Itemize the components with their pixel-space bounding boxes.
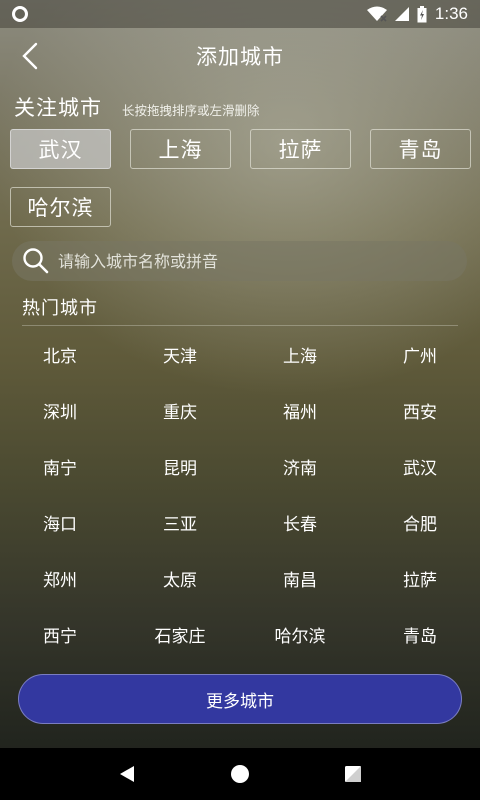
- circle-icon: [12, 6, 28, 22]
- followed-city-chip[interactable]: 武汉: [10, 129, 111, 169]
- wifi-icon: [366, 6, 387, 22]
- hot-city-item[interactable]: 太原: [120, 550, 240, 606]
- followed-city-chip[interactable]: 青岛: [370, 129, 471, 169]
- hot-city-item[interactable]: 上海: [240, 326, 360, 382]
- status-bar: 1:36: [0, 0, 480, 28]
- followed-city-chip[interactable]: 哈尔滨: [10, 187, 111, 227]
- back-triangle-icon: [119, 766, 134, 782]
- back-button[interactable]: [14, 40, 46, 72]
- screen: 1:36 添加城市 关注城市 长按拖拽排序或左滑删除 武汉 上海 拉萨 青岛 哈…: [0, 0, 480, 800]
- hot-city-item[interactable]: 哈尔滨: [240, 606, 360, 662]
- hot-city-item[interactable]: 海口: [0, 494, 120, 550]
- search-bar[interactable]: [12, 241, 467, 281]
- hot-city-item[interactable]: 武汉: [360, 438, 480, 494]
- hot-city-item[interactable]: 青岛: [360, 606, 480, 662]
- hot-city-item[interactable]: 深圳: [0, 382, 120, 438]
- followed-title: 关注城市: [14, 96, 102, 120]
- hot-city-item[interactable]: 西安: [360, 382, 480, 438]
- hot-city-item[interactable]: 合肥: [360, 494, 480, 550]
- hot-city-item[interactable]: 南昌: [240, 550, 360, 606]
- hot-city-item[interactable]: 石家庄: [120, 606, 240, 662]
- followed-hint: 长按拖拽排序或左滑删除: [122, 103, 260, 118]
- status-time: 1:36: [434, 4, 468, 23]
- hot-city-item[interactable]: 广州: [360, 326, 480, 382]
- nav-back-button[interactable]: [107, 754, 147, 794]
- followed-city-chip[interactable]: 上海: [130, 129, 231, 169]
- hot-city-item[interactable]: 重庆: [120, 382, 240, 438]
- hot-city-item[interactable]: 长春: [240, 494, 360, 550]
- battery-icon: [417, 5, 427, 22]
- recents-square-icon: [345, 766, 362, 782]
- hot-city-item[interactable]: 昆明: [120, 438, 240, 494]
- nav-home-button[interactable]: [220, 754, 260, 794]
- search-input[interactable]: [58, 251, 438, 271]
- hot-cities-title: 热门城市: [22, 298, 98, 319]
- hot-city-item[interactable]: 天津: [120, 326, 240, 382]
- hot-city-item[interactable]: 南宁: [0, 438, 120, 494]
- chevron-left-icon: [22, 42, 38, 70]
- hot-cities-grid: 北京 天津 上海 广州 深圳 重庆 福州 西安 南宁 昆明 济南 武汉 海口 三…: [0, 326, 480, 662]
- hot-city-item[interactable]: 济南: [240, 438, 360, 494]
- home-circle-icon: [230, 765, 249, 783]
- followed-header: 关注城市 长按拖拽排序或左滑删除: [14, 92, 474, 122]
- hot-city-item[interactable]: 拉萨: [360, 550, 480, 606]
- more-cities-button[interactable]: 更多城市: [18, 674, 462, 724]
- status-right: 1:36: [366, 4, 468, 24]
- header: 添加城市: [0, 28, 480, 84]
- hot-city-item[interactable]: 北京: [0, 326, 120, 382]
- navigation-bar: [0, 748, 480, 800]
- hot-city-item[interactable]: 郑州: [0, 550, 120, 606]
- hot-city-item[interactable]: 西宁: [0, 606, 120, 662]
- hot-city-item[interactable]: 三亚: [120, 494, 240, 550]
- signal-icon: [394, 7, 409, 21]
- page-title: 添加城市: [196, 45, 284, 69]
- hot-city-item[interactable]: 福州: [240, 382, 360, 438]
- search-icon: [23, 248, 49, 274]
- status-left: [12, 6, 28, 22]
- followed-city-chip[interactable]: 拉萨: [250, 129, 351, 169]
- nav-recents-button[interactable]: [333, 754, 373, 794]
